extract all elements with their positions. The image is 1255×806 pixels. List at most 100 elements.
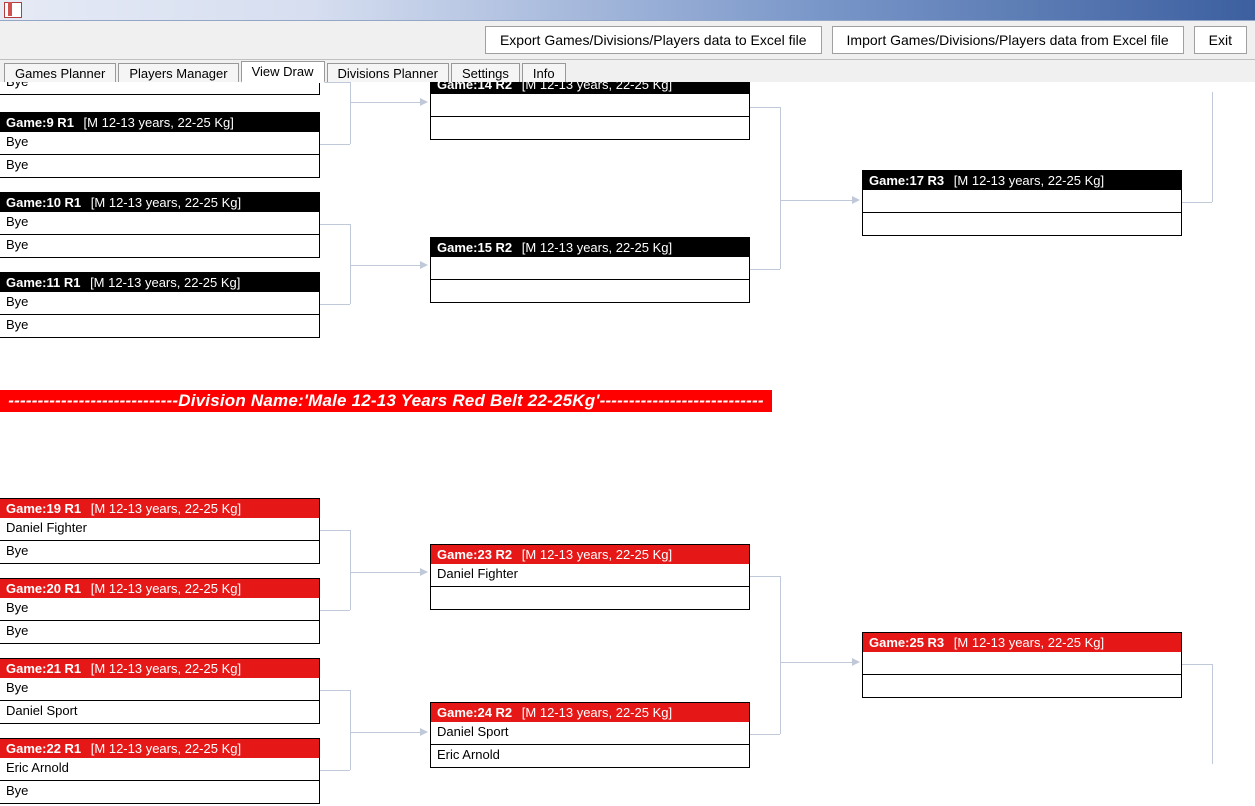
game-title: Game:17 R3 (869, 173, 944, 188)
player-slot (863, 190, 1181, 213)
game-title: Game:24 R2 (437, 705, 512, 720)
player-slot: Eric Arnold (0, 758, 319, 781)
connector (350, 82, 351, 144)
game-title: Game:11 R1 (6, 275, 80, 290)
connector (1182, 202, 1212, 203)
player-slot: Bye (0, 212, 319, 235)
player-slot: Bye (0, 155, 319, 177)
connector (1212, 664, 1213, 764)
game-category: [M 12-13 years, 22-25 Kg] (91, 501, 241, 516)
player-slot: Bye (0, 541, 319, 563)
connector (780, 576, 781, 734)
connector (350, 265, 420, 266)
game-15-box[interactable]: Game:15 R2 [M 12-13 years, 22-25 Kg] (430, 237, 750, 303)
connector (320, 530, 350, 531)
player-slot: Bye (0, 315, 319, 337)
game-9-box[interactable]: Game:9 R1 [M 12-13 years, 22-25 Kg] Bye … (0, 112, 320, 178)
game-category: [M 12-13 years, 22-25 Kg] (91, 741, 241, 756)
game-title: Game:22 R1 (6, 741, 81, 756)
connector (750, 576, 780, 577)
connector (750, 107, 780, 108)
game-header: Game:22 R1 [M 12-13 years, 22-25 Kg] (0, 739, 319, 758)
game-19-box[interactable]: Game:19 R1 [M 12-13 years, 22-25 Kg] Dan… (0, 498, 320, 564)
game-header: Game:14 R2 [M 12-13 years, 22-25 Kg] (431, 82, 749, 94)
import-button[interactable]: Import Games/Divisions/Players data from… (832, 26, 1184, 54)
game-11-box[interactable]: Game:11 R1 [M 12-13 years, 22-25 Kg] Bye… (0, 272, 320, 338)
game-header: Game:10 R1 [M 12-13 years, 22-25 Kg] (0, 193, 319, 212)
player-slot: Eric Arnold (431, 745, 749, 767)
connector (350, 572, 420, 573)
player-slot (431, 94, 749, 117)
game-category: [M 12-13 years, 22-25 Kg] (522, 705, 672, 720)
connector (320, 304, 350, 305)
game-14-box[interactable]: Game:14 R2 [M 12-13 years, 22-25 Kg] (430, 82, 750, 140)
game-header: Game:25 R3 [M 12-13 years, 22-25 Kg] (863, 633, 1181, 652)
game-category: [M 12-13 years, 22-25 Kg] (954, 635, 1104, 650)
player-slot (431, 587, 749, 609)
arrow-right-icon (420, 261, 428, 269)
arrow-right-icon (420, 98, 428, 106)
player-slot (431, 257, 749, 280)
game-23-box[interactable]: Game:23 R2 [M 12-13 years, 22-25 Kg] Dan… (430, 544, 750, 610)
game-header: Game:19 R1 [M 12-13 years, 22-25 Kg] (0, 499, 319, 518)
connector (1212, 92, 1213, 202)
connector (320, 144, 350, 145)
player-slot: Bye (0, 598, 319, 621)
connector (320, 610, 350, 611)
game-header: Game:20 R1 [M 12-13 years, 22-25 Kg] (0, 579, 319, 598)
game-25-box[interactable]: Game:25 R3 [M 12-13 years, 22-25 Kg] (862, 632, 1182, 698)
connector (350, 224, 351, 304)
player-slot: Daniel Fighter (0, 518, 319, 541)
game-header: Game:11 R1 [M 12-13 years, 22-25 Kg] (0, 273, 319, 292)
arrow-right-icon (420, 728, 428, 736)
game-category: [M 12-13 years, 22-25 Kg] (954, 173, 1104, 188)
app-icon (4, 2, 22, 18)
player-slot (863, 675, 1181, 697)
connector (350, 102, 420, 103)
game-22-box[interactable]: Game:22 R1 [M 12-13 years, 22-25 Kg] Eri… (0, 738, 320, 804)
player-slot: Daniel Sport (431, 722, 749, 745)
game-header: Game:23 R2 [M 12-13 years, 22-25 Kg] (431, 545, 749, 564)
game-21-box[interactable]: Game:21 R1 [M 12-13 years, 22-25 Kg] Bye… (0, 658, 320, 724)
game-category: [M 12-13 years, 22-25 Kg] (522, 240, 672, 255)
tab-settings[interactable]: Settings (451, 63, 520, 83)
game-header: Game:9 R1 [M 12-13 years, 22-25 Kg] (0, 113, 319, 132)
player-slot: Bye (0, 82, 319, 94)
game-24-box[interactable]: Game:24 R2 [M 12-13 years, 22-25 Kg] Dan… (430, 702, 750, 768)
player-slot (863, 213, 1181, 235)
player-slot (863, 652, 1181, 675)
player-slot: Daniel Fighter (431, 564, 749, 587)
arrow-right-icon (852, 196, 860, 204)
player-slot: Bye (0, 235, 319, 257)
game-category: [M 12-13 years, 22-25 Kg] (91, 581, 241, 596)
game-category: [M 12-13 years, 22-25 Kg] (91, 661, 241, 676)
arrow-right-icon (852, 658, 860, 666)
connector (1182, 664, 1212, 665)
game-title: Game:20 R1 (6, 581, 81, 596)
bracket-canvas[interactable]: Bye Game:9 R1 [M 12-13 years, 22-25 Kg] … (0, 82, 1255, 806)
game-category: [M 12-13 years, 22-25 Kg] (91, 195, 241, 210)
connector (780, 662, 852, 663)
tab-players-manager[interactable]: Players Manager (118, 63, 238, 83)
connector (750, 269, 780, 270)
tab-info[interactable]: Info (522, 63, 566, 83)
tab-divisions-planner[interactable]: Divisions Planner (327, 63, 449, 83)
game-17-box[interactable]: Game:17 R3 [M 12-13 years, 22-25 Kg] (862, 170, 1182, 236)
game-category: [M 12-13 years, 22-25 Kg] (90, 275, 240, 290)
connector (320, 770, 350, 771)
game-box[interactable]: Bye (0, 82, 320, 95)
player-slot: Bye (0, 781, 319, 803)
connector (320, 224, 350, 225)
toolbar: Export Games/Divisions/Players data to E… (0, 21, 1255, 60)
window-titlebar (0, 0, 1255, 21)
exit-button[interactable]: Exit (1194, 26, 1247, 54)
connector (350, 690, 351, 770)
connector (780, 107, 781, 269)
player-slot (431, 117, 749, 139)
game-10-box[interactable]: Game:10 R1 [M 12-13 years, 22-25 Kg] Bye… (0, 192, 320, 258)
tab-games-planner[interactable]: Games Planner (4, 63, 116, 83)
arrow-right-icon (420, 568, 428, 576)
export-button[interactable]: Export Games/Divisions/Players data to E… (485, 26, 822, 54)
tab-view-draw[interactable]: View Draw (241, 61, 325, 83)
game-20-box[interactable]: Game:20 R1 [M 12-13 years, 22-25 Kg] Bye… (0, 578, 320, 644)
